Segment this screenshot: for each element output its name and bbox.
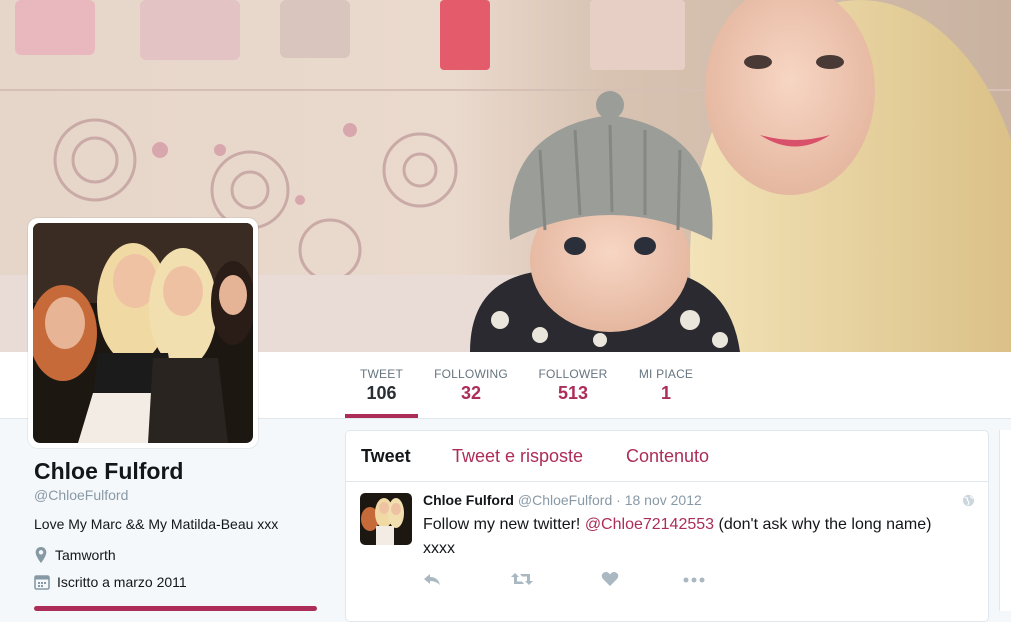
tab-tweets-replies[interactable]: Tweet e risposte: [452, 446, 583, 467]
tweet-separator: ·: [616, 492, 621, 508]
timeline: Tweet Tweet e risposte Contenuto Chloe F…: [345, 430, 989, 622]
profile-location: Tamworth: [34, 547, 116, 563]
profile-handle[interactable]: @ChloeFulford: [34, 487, 128, 503]
stat-tweets[interactable]: TWEET 106: [345, 352, 418, 418]
profile-name[interactable]: Chloe Fulford: [34, 458, 183, 485]
stat-label: FOLLOWING: [434, 367, 508, 381]
tweet-item[interactable]: Chloe Fulford @ChloeFulford · 18 nov 201…: [346, 482, 988, 622]
avatar-photo: [33, 223, 253, 443]
globe-icon: [962, 494, 975, 507]
stat-label: FOLLOWER: [538, 367, 608, 381]
joined-text: Iscritto a marzo 2011: [57, 574, 187, 590]
calendar-icon: [34, 575, 50, 590]
timeline-tabs: Tweet Tweet e risposte Contenuto: [346, 431, 988, 482]
reply-icon[interactable]: [423, 571, 441, 587]
stat-following[interactable]: FOLLOWING 32: [432, 352, 510, 418]
location-text: Tamworth: [55, 547, 116, 563]
tweet-mention[interactable]: @Chloe72142553: [585, 516, 714, 533]
retweet-icon[interactable]: [511, 571, 533, 587]
stat-likes[interactable]: MI PIACE 1: [636, 352, 696, 418]
tweet-author-name[interactable]: Chloe Fulford: [423, 492, 514, 508]
right-sidebar-edge: [999, 430, 1011, 611]
tab-media[interactable]: Contenuto: [626, 446, 709, 467]
profile-joined: Iscritto a marzo 2011: [34, 574, 187, 590]
stat-value: 32: [460, 383, 482, 403]
stat-value: 106: [366, 383, 397, 403]
stat-value: 1: [660, 383, 671, 403]
more-icon[interactable]: [683, 571, 705, 587]
tweet-date[interactable]: 18 nov 2012: [625, 492, 702, 508]
tweet-text-start: Follow my new twitter!: [423, 516, 585, 533]
follow-button-edge[interactable]: [34, 606, 317, 611]
stat-value: 513: [557, 383, 589, 403]
stat-followers[interactable]: FOLLOWER 513: [535, 352, 611, 418]
map-pin-icon: [35, 547, 47, 563]
stat-label: MI PIACE: [638, 367, 694, 381]
tweet-header: Chloe Fulford @ChloeFulford · 18 nov 201…: [423, 492, 702, 508]
profile-bio: Love My Marc && My Matilda-Beau xxx: [34, 516, 279, 532]
profile-avatar[interactable]: [28, 218, 258, 448]
tweet-author-handle[interactable]: @ChloeFulford: [518, 492, 612, 508]
tweet-text: Follow my new twitter! @Chloe72142553 (d…: [423, 513, 943, 561]
tweet-avatar[interactable]: [360, 493, 412, 545]
like-icon[interactable]: [601, 571, 619, 587]
stat-label: TWEET: [360, 367, 403, 381]
tab-tweets[interactable]: Tweet: [361, 446, 411, 467]
